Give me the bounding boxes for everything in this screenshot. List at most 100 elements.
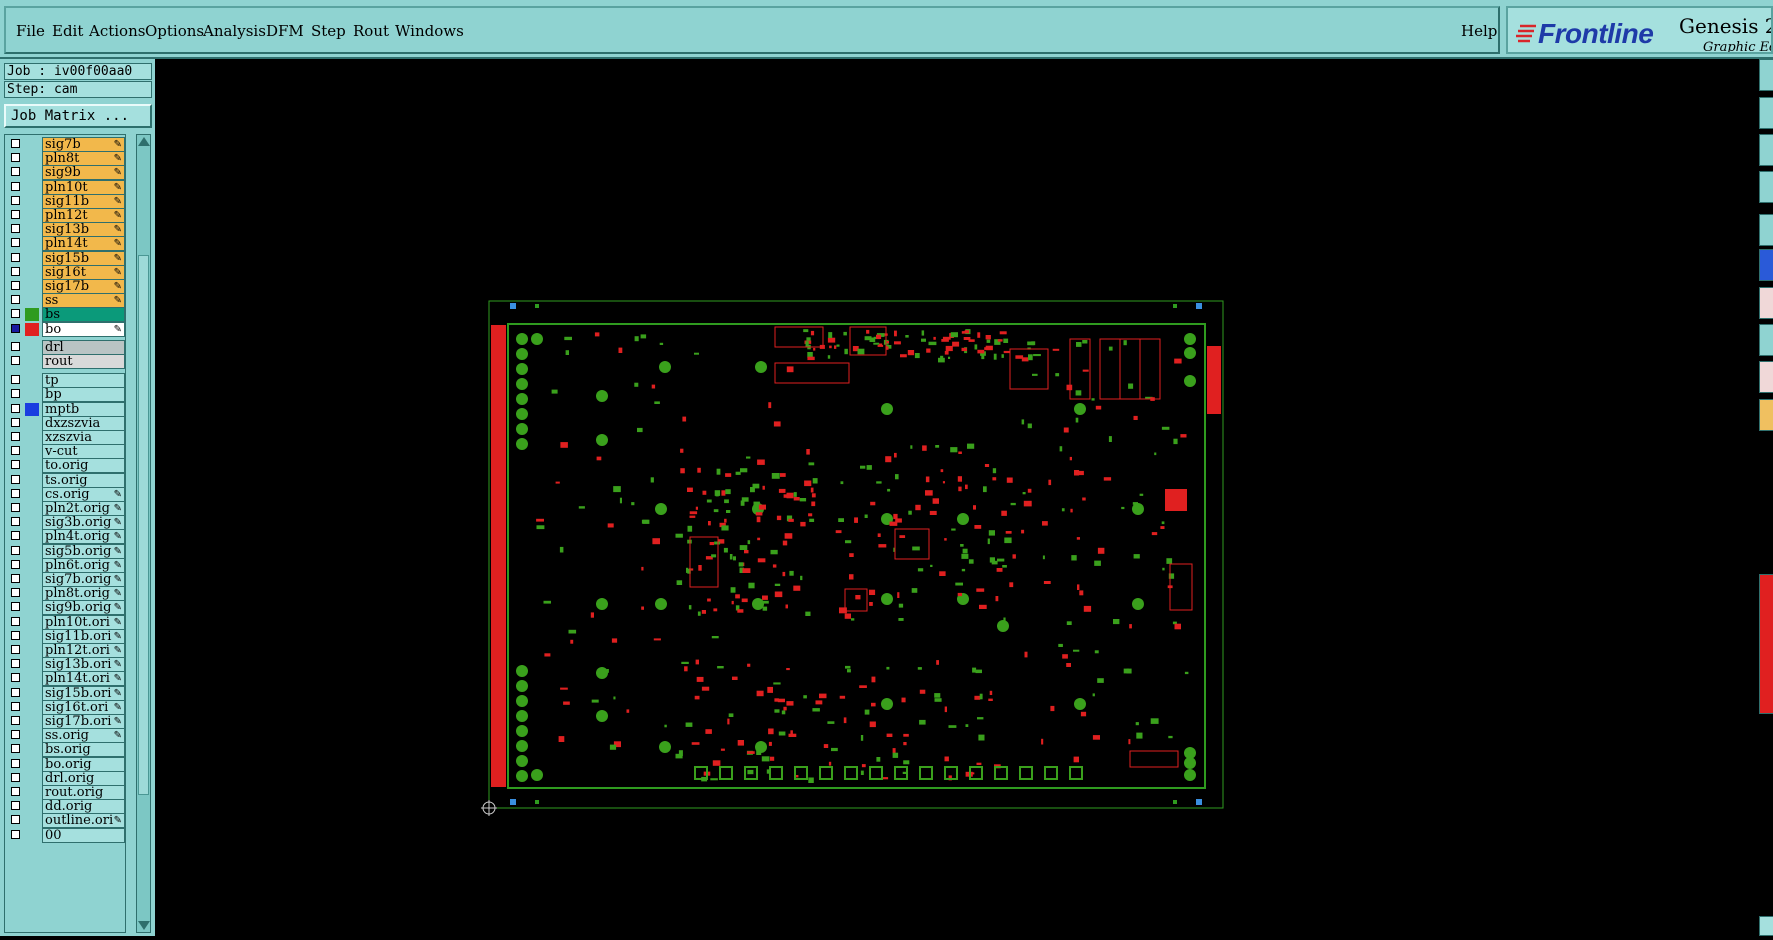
layer-checkbox[interactable] bbox=[11, 167, 20, 177]
layer-checkbox[interactable] bbox=[11, 356, 20, 365]
layer-name[interactable]: pln12t.ori ✎ bbox=[42, 643, 125, 658]
tool-button-1[interactable] bbox=[1759, 59, 1773, 91]
layer-row[interactable]: tp bbox=[5, 373, 125, 389]
layer-checkbox[interactable] bbox=[11, 772, 20, 782]
layer-row[interactable]: sig16t.ori ✎ bbox=[5, 699, 125, 715]
layer-name[interactable]: sig9b.orig ✎ bbox=[42, 600, 125, 616]
layer-row[interactable]: ts.orig bbox=[5, 472, 125, 488]
layer-row[interactable]: sig9b.orig ✎ bbox=[5, 600, 125, 616]
layer-checkbox[interactable] bbox=[11, 460, 20, 470]
layer-name[interactable]: pln6t.orig ✎ bbox=[42, 557, 125, 573]
layer-row[interactable]: v-cut bbox=[5, 444, 125, 460]
layer-row[interactable]: bs bbox=[5, 307, 125, 323]
layer-row[interactable]: pln14t.ori ✎ bbox=[5, 671, 125, 687]
close-icon[interactable] bbox=[1759, 916, 1773, 936]
layer-row[interactable]: drl bbox=[5, 339, 125, 355]
layer-name[interactable]: pln8t ✎ bbox=[42, 151, 125, 167]
layer-checkbox[interactable] bbox=[11, 139, 20, 148]
menu-file[interactable]: File bbox=[16, 22, 45, 40]
layer-name[interactable]: outline.ori ✎ bbox=[42, 813, 125, 829]
layer-row[interactable]: bo ✎ bbox=[5, 321, 125, 337]
layer-row[interactable]: sig17b ✎ bbox=[5, 279, 125, 294]
layer-checkbox[interactable] bbox=[11, 238, 20, 248]
layer-name[interactable]: pln4t.orig ✎ bbox=[42, 529, 125, 545]
layer-name[interactable]: sig5b.orig ✎ bbox=[42, 543, 125, 559]
layer-checkbox[interactable] bbox=[11, 645, 20, 654]
layer-name[interactable]: bo ✎ bbox=[42, 321, 125, 337]
layer-name[interactable]: sig15b ✎ bbox=[42, 250, 125, 266]
menu-actions[interactable]: Actions bbox=[89, 22, 145, 40]
layer-name[interactable]: sig7b.orig ✎ bbox=[42, 572, 125, 587]
layer-checkbox[interactable] bbox=[11, 559, 20, 569]
layer-checkbox[interactable] bbox=[11, 545, 20, 555]
layer-name[interactable]: sig11b.ori ✎ bbox=[42, 628, 125, 644]
job-matrix-button[interactable]: Job Matrix ... bbox=[4, 104, 152, 128]
graphic-editor-canvas[interactable] bbox=[155, 59, 1755, 936]
scroll-thumb[interactable] bbox=[138, 255, 149, 795]
layer-name[interactable]: bp bbox=[42, 387, 125, 403]
layer-checkbox[interactable] bbox=[11, 153, 20, 163]
scroll-down-icon[interactable] bbox=[138, 921, 150, 930]
menu-analysis[interactable]: Analysis bbox=[203, 22, 266, 40]
layer-checkbox[interactable] bbox=[11, 701, 20, 711]
layer-row[interactable]: bp bbox=[5, 387, 125, 403]
layer-checkbox[interactable] bbox=[11, 503, 20, 512]
layer-row[interactable]: pln2t.orig ✎ bbox=[5, 501, 125, 516]
layer-name[interactable]: dd.orig bbox=[42, 799, 125, 815]
layer-checkbox[interactable] bbox=[11, 252, 20, 262]
layer-checkbox[interactable] bbox=[11, 323, 20, 333]
menu-help[interactable]: Help bbox=[1461, 22, 1497, 40]
layer-checkbox[interactable] bbox=[11, 446, 20, 456]
layer-row[interactable]: outline.ori ✎ bbox=[5, 813, 125, 829]
layer-name[interactable]: sig9b ✎ bbox=[42, 165, 125, 181]
layer-checkbox[interactable] bbox=[11, 417, 20, 427]
tool-button-5[interactable] bbox=[1759, 214, 1773, 246]
layer-color-swatch[interactable] bbox=[25, 308, 39, 322]
layer-checkbox[interactable] bbox=[11, 403, 20, 413]
layer-name[interactable]: ss.orig ✎ bbox=[42, 728, 125, 744]
menu-edit[interactable]: Edit bbox=[52, 22, 83, 40]
layer-checkbox[interactable] bbox=[11, 659, 20, 669]
layer-name[interactable]: ts.orig bbox=[42, 472, 125, 488]
layer-row[interactable]: sig16t ✎ bbox=[5, 264, 125, 280]
layer-row[interactable]: pln14t ✎ bbox=[5, 236, 125, 252]
layer-row[interactable]: pln6t.orig ✎ bbox=[5, 557, 125, 573]
layer-checkbox[interactable] bbox=[11, 815, 20, 825]
layer-checkbox[interactable] bbox=[11, 474, 20, 484]
menu-dfm[interactable]: DFM bbox=[266, 22, 304, 40]
layer-list-scrollbar[interactable] bbox=[136, 134, 151, 933]
layer-row[interactable]: ss ✎ bbox=[5, 293, 125, 309]
layer-row[interactable]: sig3b.orig ✎ bbox=[5, 515, 125, 531]
layer-checkbox[interactable] bbox=[11, 266, 20, 276]
layer-checkbox[interactable] bbox=[11, 602, 20, 612]
layer-name[interactable]: sig7b ✎ bbox=[42, 137, 125, 152]
tool-button-6[interactable] bbox=[1759, 249, 1773, 281]
layer-name[interactable]: sig15b.ori ✎ bbox=[42, 685, 125, 701]
layer-checkbox[interactable] bbox=[11, 787, 20, 796]
layer-checkbox[interactable] bbox=[11, 744, 20, 754]
tool-button-9[interactable] bbox=[1759, 361, 1773, 393]
layer-name[interactable]: sig3b.orig ✎ bbox=[42, 515, 125, 531]
layer-checkbox[interactable] bbox=[11, 181, 20, 191]
layer-name[interactable]: rout bbox=[42, 354, 125, 369]
layer-row[interactable]: to.orig bbox=[5, 458, 125, 474]
menu-windows[interactable]: Windows bbox=[395, 22, 464, 40]
layer-name[interactable]: bs bbox=[42, 307, 125, 323]
layer-checkbox[interactable] bbox=[11, 758, 20, 768]
layer-checkbox[interactable] bbox=[11, 295, 20, 305]
layer-name[interactable]: drl.orig bbox=[42, 770, 125, 786]
layer-name[interactable]: tp bbox=[42, 373, 125, 389]
layer-row[interactable]: sig13b.ori ✎ bbox=[5, 657, 125, 673]
layer-row[interactable]: mptb bbox=[5, 401, 125, 417]
layer-row[interactable]: sig15b.ori ✎ bbox=[5, 685, 125, 701]
layer-checkbox[interactable] bbox=[11, 309, 20, 319]
layer-name[interactable]: sig16t.ori ✎ bbox=[42, 699, 125, 715]
layer-checkbox[interactable] bbox=[11, 616, 20, 626]
tool-button-7[interactable] bbox=[1759, 287, 1773, 319]
menu-step[interactable]: Step bbox=[311, 22, 346, 40]
layer-row[interactable]: sig15b ✎ bbox=[5, 250, 125, 266]
layer-checkbox[interactable] bbox=[11, 716, 20, 725]
layer-row[interactable]: rout bbox=[5, 354, 125, 369]
layer-name[interactable]: bo.orig bbox=[42, 756, 125, 772]
layer-row[interactable]: dd.orig bbox=[5, 799, 125, 815]
